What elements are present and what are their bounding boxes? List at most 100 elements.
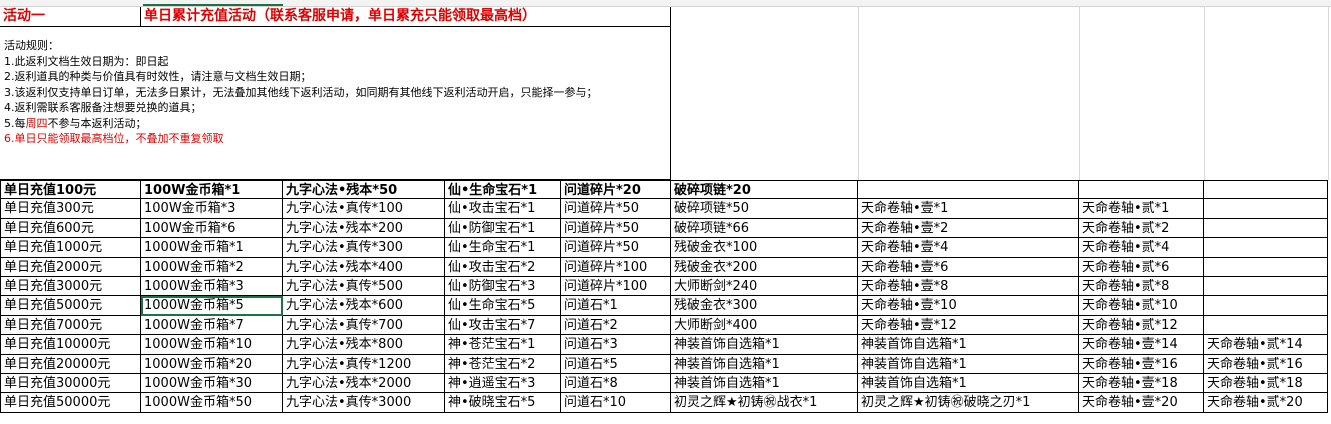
- tier-7-gold-box-cell[interactable]: 1000W金币箱*5: [141, 296, 283, 316]
- tier-5-gem-cell[interactable]: 仙•攻击宝石*2: [445, 257, 561, 277]
- tier-8-gold-box-cell[interactable]: 1000W金币箱*7: [141, 315, 283, 336]
- tier-10-scroll-b-cell[interactable]: 天命卷轴•壹*16: [1079, 354, 1204, 374]
- tier-9-gem-cell[interactable]: 神•苍茫宝石*1: [445, 335, 561, 355]
- tier-10-scroll-a-cell[interactable]: 神装首饰自选箱*1: [858, 354, 1079, 374]
- tier-1-gold-box-cell[interactable]: 100W金币箱*1: [141, 180, 283, 200]
- tier-2-gold-box-cell[interactable]: 100W金币箱*3: [141, 199, 283, 219]
- tier-11-tier-cell[interactable]: 单日充值30000元: [0, 374, 141, 394]
- tier-3-scroll-a-cell[interactable]: 天命卷轴•壹*2: [858, 218, 1079, 239]
- tier-2-daodao-cell[interactable]: 问道碎片*50: [561, 199, 671, 219]
- tier-4-gem-cell[interactable]: 仙•生命宝石*1: [445, 238, 561, 258]
- tier-3-daodao-cell[interactable]: 问道碎片*50: [561, 218, 671, 239]
- tier-4-scroll-b-cell[interactable]: 天命卷轴•贰*4: [1079, 238, 1204, 258]
- tier-11-gem-cell[interactable]: 神•逍遥宝石*3: [445, 374, 561, 394]
- tier-6-equip-cell[interactable]: 大师断剑*240: [671, 277, 858, 297]
- tier-2-equip-cell[interactable]: 破碎项链*50: [671, 199, 858, 219]
- tier-9-tier-cell[interactable]: 单日充值10000元: [0, 335, 141, 355]
- tier-6-scroll-b-cell[interactable]: 天命卷轴•贰*8: [1079, 277, 1204, 297]
- tier-11-daodao-cell[interactable]: 问道石*8: [561, 374, 671, 394]
- tier-4-tier-cell[interactable]: 单日充值1000元: [0, 238, 141, 258]
- tier-8-scroll-a-cell[interactable]: 天命卷轴•壹*12: [858, 315, 1079, 336]
- tier-9-gold-box-cell[interactable]: 1000W金币箱*10: [141, 335, 283, 355]
- tier-1-equip-cell[interactable]: 破碎项链*20: [671, 180, 858, 200]
- tier-4-daodao-cell[interactable]: 问道碎片*50: [561, 238, 671, 258]
- tier-3-scroll-c-cell[interactable]: [1204, 218, 1328, 239]
- tier-1-daodao-cell[interactable]: 问道碎片*20: [561, 180, 671, 200]
- tier-8-heart-method-cell[interactable]: 九字心法•真传*700: [283, 315, 445, 336]
- tier-8-equip-cell[interactable]: 大师断剑*400: [671, 315, 858, 336]
- rules-cell[interactable]: 活动规则： 1.此返利文档生效日期为：即日起 2.返利道具的种类与价值具有时效性…: [0, 26, 671, 180]
- tier-5-scroll-c-cell[interactable]: [1204, 257, 1328, 277]
- tier-10-equip-cell[interactable]: 神装首饰自选箱*1: [671, 354, 858, 374]
- tier-10-heart-method-cell[interactable]: 九字心法•真传*1200: [283, 354, 445, 374]
- tier-12-gold-box-cell[interactable]: 1000W金币箱*50: [141, 393, 283, 413]
- activity-label-cell[interactable]: 活动一: [0, 7, 141, 27]
- tier-3-gem-cell[interactable]: 仙•防御宝石*1: [445, 218, 561, 239]
- tier-12-gem-cell[interactable]: 神•破晓宝石*5: [445, 393, 561, 413]
- tier-3-equip-cell[interactable]: 破碎项链*66: [671, 218, 858, 239]
- tier-12-daodao-cell[interactable]: 问道石*10: [561, 393, 671, 413]
- tier-3-tier-cell[interactable]: 单日充值600元: [0, 218, 141, 239]
- tier-5-tier-cell[interactable]: 单日充值2000元: [0, 257, 141, 277]
- tier-3-gold-box-cell[interactable]: 100W金币箱*6: [141, 218, 283, 239]
- tier-9-scroll-c-cell[interactable]: 天命卷轴•贰*14: [1204, 335, 1328, 355]
- tier-11-scroll-c-cell[interactable]: 天命卷轴•贰*18: [1204, 374, 1328, 394]
- tier-10-tier-cell[interactable]: 单日充值20000元: [0, 354, 141, 374]
- tier-7-daodao-cell[interactable]: 问道石*1: [561, 296, 671, 316]
- tier-6-scroll-a-cell[interactable]: 天命卷轴•壹*8: [858, 277, 1079, 297]
- tier-1-tier-cell[interactable]: 单日充值100元: [0, 180, 141, 200]
- tier-10-daodao-cell[interactable]: 问道石*5: [561, 354, 671, 374]
- tier-6-scroll-c-cell[interactable]: [1204, 277, 1328, 297]
- tier-11-heart-method-cell[interactable]: 九字心法•残本*2000: [283, 374, 445, 394]
- tier-10-gold-box-cell[interactable]: 1000W金币箱*20: [141, 354, 283, 374]
- tier-11-scroll-a-cell[interactable]: 神装首饰自选箱*1: [858, 374, 1079, 394]
- tier-8-scroll-c-cell[interactable]: [1204, 315, 1328, 336]
- tier-1-scroll-a-cell[interactable]: [858, 180, 1079, 200]
- tier-7-equip-cell[interactable]: 残破金衣*300: [671, 296, 858, 316]
- tier-1-scroll-c-cell[interactable]: [1204, 180, 1328, 200]
- tier-1-heart-method-cell[interactable]: 九字心法•残本*50: [283, 180, 445, 200]
- tier-2-heart-method-cell[interactable]: 九字心法•真传*100: [283, 199, 445, 219]
- tier-8-tier-cell[interactable]: 单日充值7000元: [0, 315, 141, 336]
- tier-11-scroll-b-cell[interactable]: 天命卷轴•壹*18: [1079, 374, 1204, 394]
- tier-7-scroll-c-cell[interactable]: [1204, 296, 1328, 316]
- tier-12-scroll-b-cell[interactable]: 天命卷轴•壹*20: [1079, 393, 1204, 413]
- tier-9-heart-method-cell[interactable]: 九字心法•残本*800: [283, 335, 445, 355]
- tier-12-equip-cell[interactable]: 初灵之辉★初铸㊗战衣*1: [671, 393, 858, 413]
- tier-5-scroll-b-cell[interactable]: 天命卷轴•贰*6: [1079, 257, 1204, 277]
- tier-7-tier-cell[interactable]: 单日充值5000元: [0, 296, 141, 316]
- tier-5-gold-box-cell[interactable]: 1000W金币箱*2: [141, 257, 283, 277]
- tier-9-equip-cell[interactable]: 神装首饰自选箱*1: [671, 335, 858, 355]
- tier-5-daodao-cell[interactable]: 问道碎片*100: [561, 257, 671, 277]
- tier-6-heart-method-cell[interactable]: 九字心法•真传*500: [283, 277, 445, 297]
- tier-1-scroll-b-cell[interactable]: [1079, 180, 1204, 200]
- tier-2-scroll-b-cell[interactable]: 天命卷轴•贰*1: [1079, 199, 1204, 219]
- tier-5-scroll-a-cell[interactable]: 天命卷轴•壹*6: [858, 257, 1079, 277]
- tier-2-scroll-a-cell[interactable]: 天命卷轴•壹*1: [858, 199, 1079, 219]
- tier-12-heart-method-cell[interactable]: 九字心法•真传*3000: [283, 393, 445, 413]
- tier-5-equip-cell[interactable]: 残破金衣*200: [671, 257, 858, 277]
- tier-11-equip-cell[interactable]: 神装首饰自选箱*1: [671, 374, 858, 394]
- tier-6-gem-cell[interactable]: 仙•防御宝石*3: [445, 277, 561, 297]
- tier-10-scroll-c-cell[interactable]: 天命卷轴•贰*16: [1204, 354, 1328, 374]
- tier-12-tier-cell[interactable]: 单日充值50000元: [0, 393, 141, 413]
- tier-9-daodao-cell[interactable]: 问道石*3: [561, 335, 671, 355]
- tier-8-gem-cell[interactable]: 仙•攻击宝石*7: [445, 315, 561, 336]
- tier-12-scroll-c-cell[interactable]: 天命卷轴•贰*20: [1204, 393, 1328, 413]
- tier-6-tier-cell[interactable]: 单日充值3000元: [0, 277, 141, 297]
- tier-6-daodao-cell[interactable]: 问道碎片*100: [561, 277, 671, 297]
- tier-8-scroll-b-cell[interactable]: 天命卷轴•贰*12: [1079, 315, 1204, 336]
- tier-4-scroll-a-cell[interactable]: 天命卷轴•壹*4: [858, 238, 1079, 258]
- tier-2-scroll-c-cell[interactable]: [1204, 199, 1328, 219]
- tier-5-heart-method-cell[interactable]: 九字心法•残本*400: [283, 257, 445, 277]
- tier-3-heart-method-cell[interactable]: 九字心法•残本*200: [283, 218, 445, 239]
- tier-7-scroll-b-cell[interactable]: 天命卷轴•贰*10: [1079, 296, 1204, 316]
- tier-12-scroll-a-cell[interactable]: 初灵之辉★初铸㊗破晓之刃*1: [858, 393, 1079, 413]
- tier-3-scroll-b-cell[interactable]: 天命卷轴•贰*2: [1079, 218, 1204, 239]
- tier-2-tier-cell[interactable]: 单日充值300元: [0, 199, 141, 219]
- tier-6-gold-box-cell[interactable]: 1000W金币箱*3: [141, 277, 283, 297]
- tier-9-scroll-b-cell[interactable]: 天命卷轴•壹*14: [1079, 335, 1204, 355]
- tier-7-heart-method-cell[interactable]: 九字心法•残本*600: [283, 296, 445, 316]
- tier-9-scroll-a-cell[interactable]: 神装首饰自选箱*1: [858, 335, 1079, 355]
- activity-title-cell[interactable]: 单日累计充值活动（联系客服申请，单日累充只能领取最高档）: [141, 7, 671, 27]
